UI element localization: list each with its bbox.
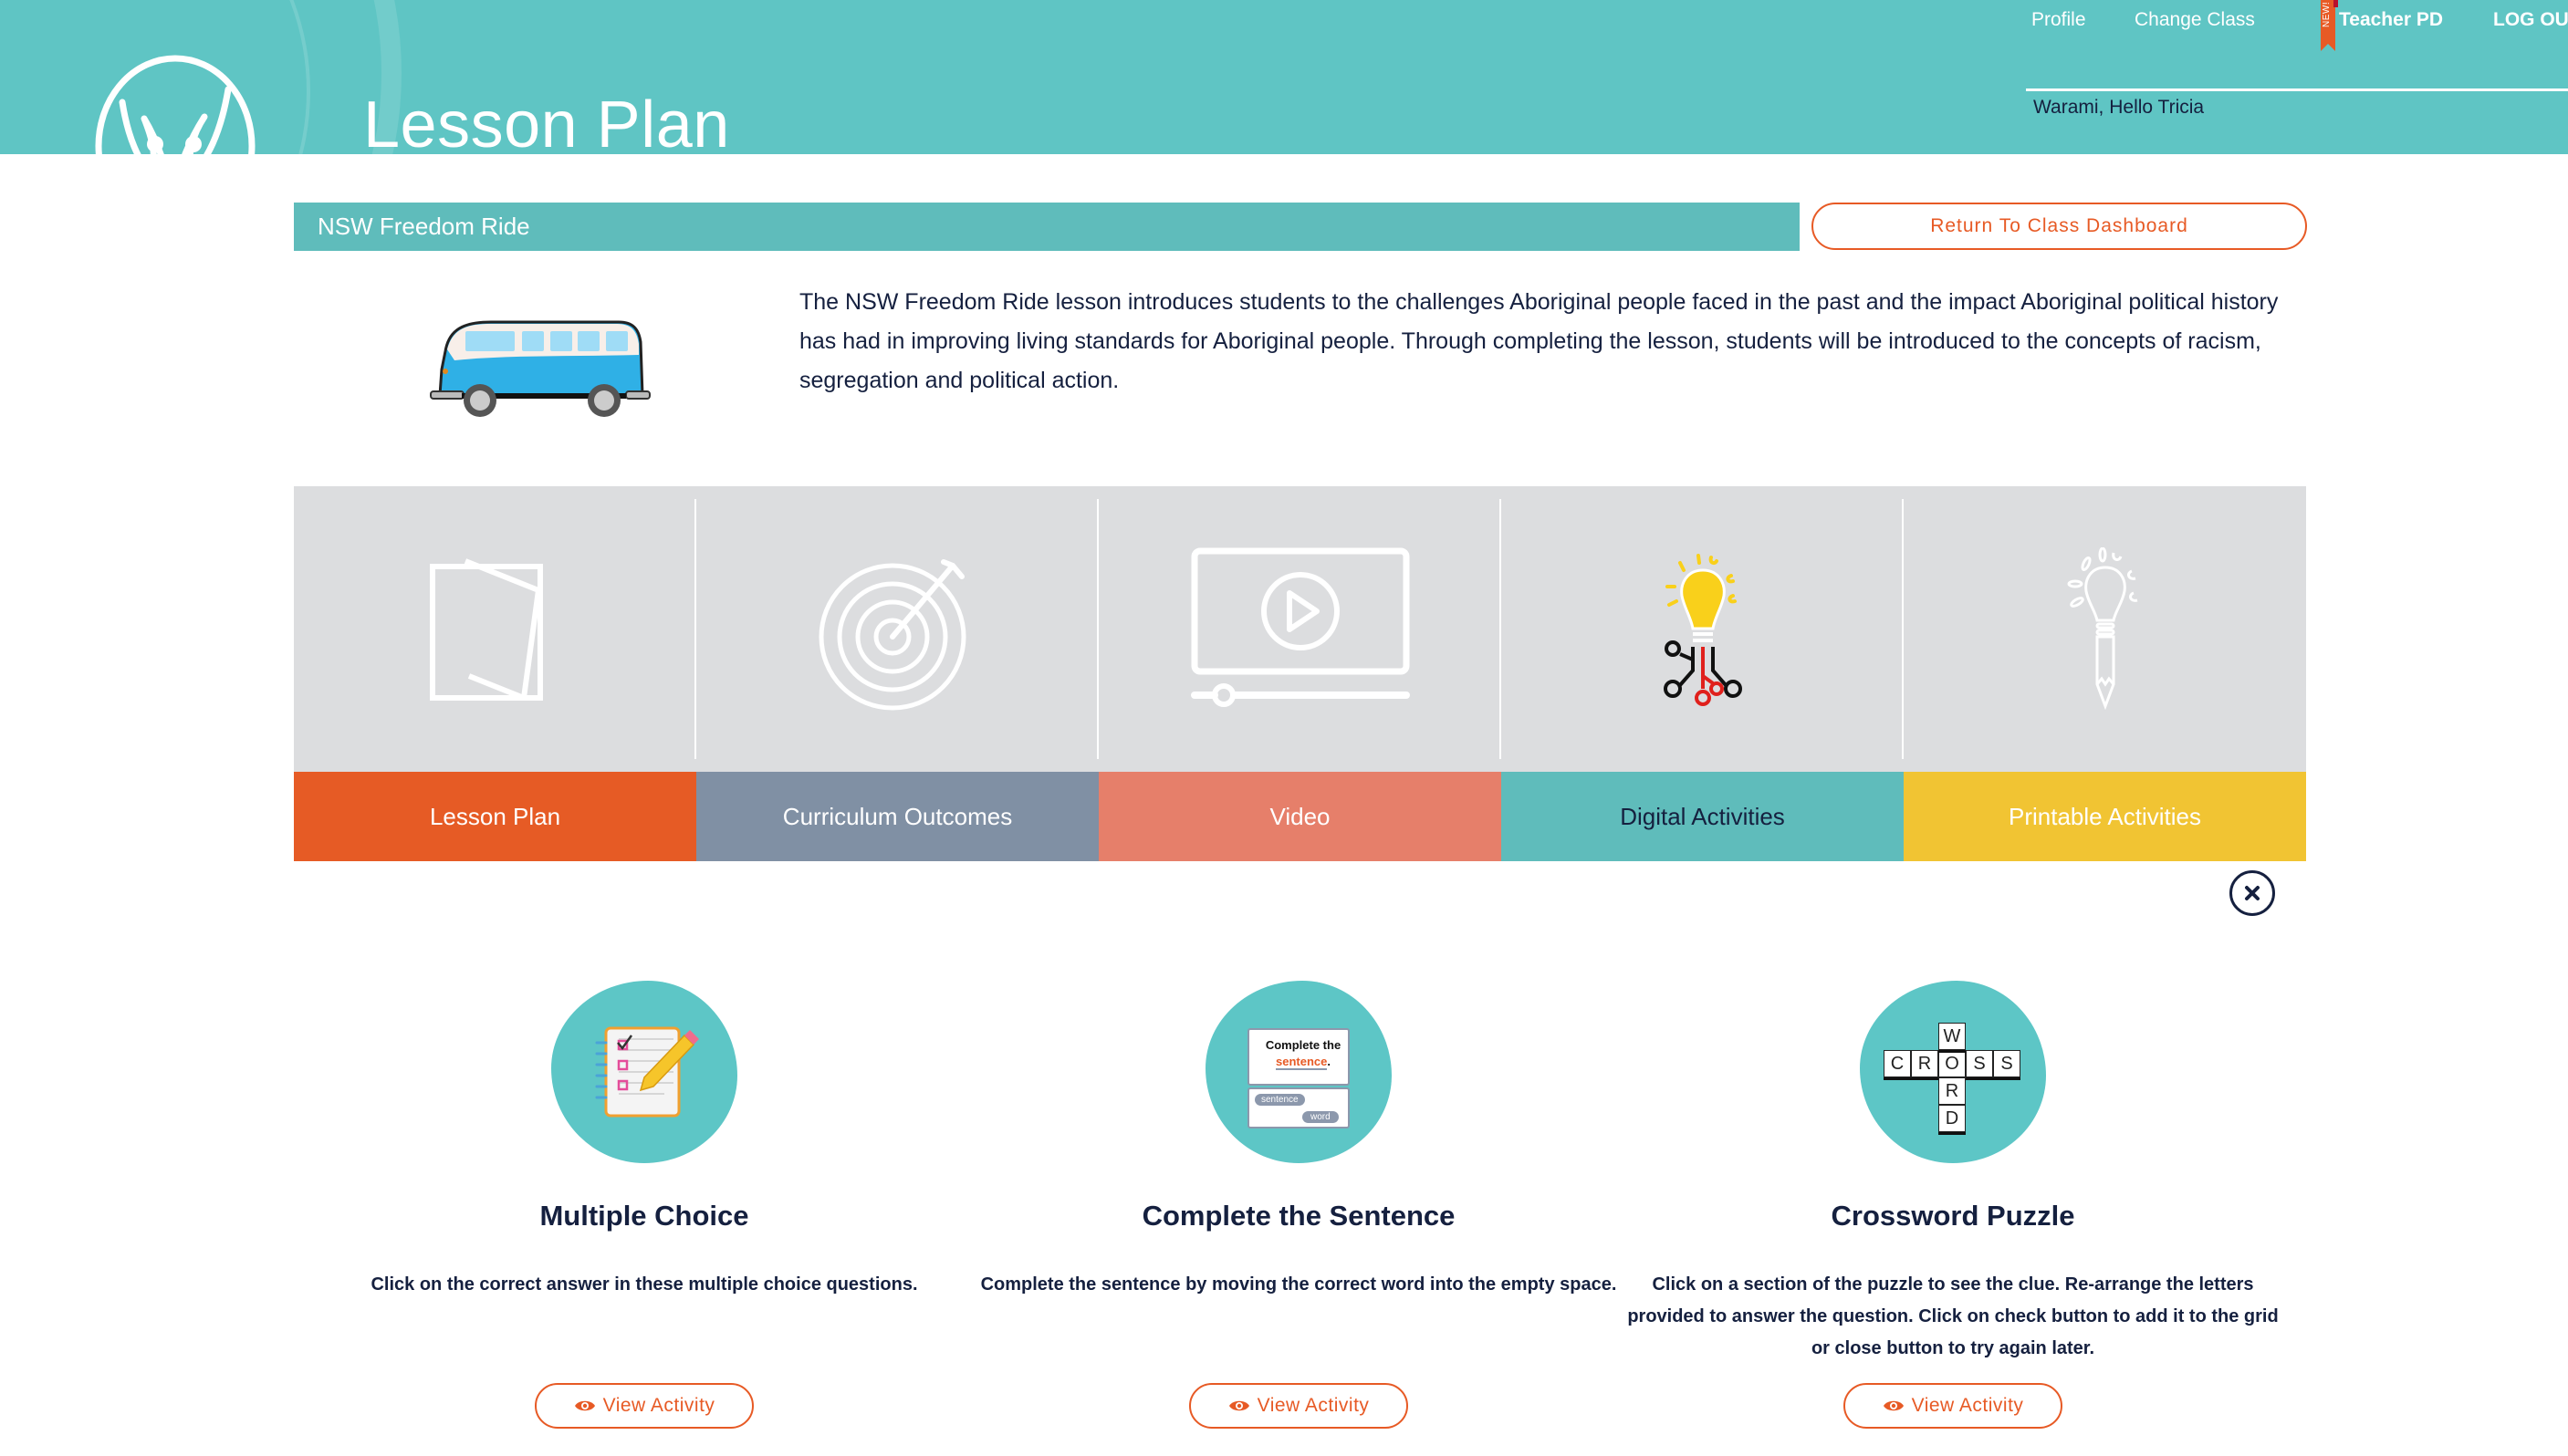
user-greeting: Warami, Hello Tricia <box>2033 97 2205 118</box>
activity-title: Multiple Choice <box>539 1200 749 1232</box>
eye-icon <box>1228 1400 1249 1411</box>
warami-logo-icon[interactable] <box>91 46 259 154</box>
category-grid: Lesson Plan Curriculum Outcomes Video Di… <box>294 486 2306 861</box>
new-badge-label: NEW! <box>2322 1 2332 27</box>
activity-description: Click on the correct answer in these mul… <box>371 1274 918 1295</box>
tab-curriculum-outcomes[interactable]: Curriculum Outcomes <box>696 486 1099 861</box>
activity-description: Click on a section of the puzzle to see … <box>1627 1274 2279 1358</box>
divider <box>2026 88 2568 91</box>
close-button[interactable] <box>2229 870 2275 916</box>
return-to-dashboard-button[interactable]: Return To Class Dashboard <box>1811 203 2307 250</box>
crossword-cell: O <box>1938 1050 1966 1077</box>
icon-text-highlight: sentence <box>1276 1055 1328 1070</box>
tab-lesson-plan[interactable]: Lesson Plan <box>294 486 696 861</box>
eye-icon <box>1883 1400 1904 1411</box>
eye-icon <box>574 1400 595 1411</box>
nav-logout-link[interactable]: LOG OUT <box>2493 9 2568 31</box>
activity-description: Complete the sentence by moving the corr… <box>980 1274 1617 1295</box>
crossword-cell: S <box>1966 1050 1993 1077</box>
view-activity-button[interactable]: View Activity <box>1189 1383 1408 1429</box>
activity-card-multiple-choice: Multiple Choice Click on the correct ans… <box>307 981 982 1429</box>
tile-art <box>1099 486 1501 772</box>
ribbon-fold <box>2333 0 2338 7</box>
page-title: Lesson Plan <box>363 88 730 154</box>
tile-art <box>696 486 1099 772</box>
crossword-cell: R <box>1938 1077 1966 1105</box>
kombi-van-icon <box>430 320 651 417</box>
tab-label: Lesson Plan <box>294 772 696 861</box>
view-activity-label: View Activity <box>1911 1395 2024 1416</box>
view-activity-button[interactable]: View Activity <box>535 1383 754 1429</box>
crossword-cell: S <box>1993 1050 2020 1077</box>
activity-title: Complete the Sentence <box>1142 1200 1456 1232</box>
tab-label: Printable Activities <box>1904 772 2306 861</box>
tile-art <box>294 486 696 772</box>
tile-art <box>1904 486 2306 772</box>
nav-change-class-link[interactable]: Change Class <box>2135 9 2255 31</box>
icon-text-line: Complete the <box>1265 1038 1341 1052</box>
tile-art <box>1501 486 1904 772</box>
view-activity-button[interactable]: View Activity <box>1843 1383 2062 1429</box>
crossword-icon: CROSSWRD <box>1884 1021 2022 1134</box>
complete-sentence-icon: Complete the sentence. sentence word <box>1247 1028 1350 1128</box>
tab-video[interactable]: Video <box>1099 486 1501 861</box>
activity-card-complete-sentence: Complete the sentence. sentence word Com… <box>961 981 1636 1429</box>
lesson-title-bar: NSW Freedom Ride <box>294 203 1800 251</box>
word-chip: word <box>1302 1111 1339 1123</box>
nav-profile-link[interactable]: Profile <box>2031 9 2086 31</box>
nav-teacher-pd-link[interactable]: Teacher PD <box>2339 9 2443 31</box>
tab-label: Digital Activities <box>1501 772 1904 861</box>
target-icon <box>819 558 966 710</box>
crossword-cell: R <box>1911 1050 1938 1077</box>
tab-digital-activities[interactable]: Digital Activities <box>1501 486 1904 861</box>
activity-icon-bg: Complete the sentence. sentence word <box>1206 981 1392 1163</box>
tab-label: Curriculum Outcomes <box>696 772 1099 861</box>
lightbulb-circuit-icon <box>1663 553 1742 706</box>
video-player-icon <box>1190 547 1410 707</box>
activity-card-crossword: CROSSWRD Crossword Puzzle Click on a sec… <box>1615 981 2291 1429</box>
close-icon <box>2245 886 2260 900</box>
tab-printable-activities[interactable]: Printable Activities <box>1904 486 2306 861</box>
view-activity-label: View Activity <box>1257 1395 1370 1416</box>
papers-icon <box>429 557 543 701</box>
lightbulb-pencil-icon <box>2067 546 2137 710</box>
activity-icon-bg <box>551 981 737 1163</box>
tab-label: Video <box>1099 772 1501 861</box>
checklist-pencil-icon <box>595 1026 699 1118</box>
word-chip: sentence <box>1255 1094 1305 1106</box>
site-header: Lesson Plan Profile Change Class NEW! Te… <box>0 0 2568 154</box>
activity-icon-bg: CROSSWRD <box>1860 981 2046 1163</box>
view-activity-label: View Activity <box>602 1395 715 1416</box>
activity-title: Crossword Puzzle <box>1831 1200 2075 1232</box>
lesson-description: The NSW Freedom Ride lesson introduces s… <box>799 289 2279 393</box>
crossword-cell: W <box>1938 1023 1966 1050</box>
crossword-cell: D <box>1938 1105 1966 1132</box>
crossword-cell: C <box>1884 1050 1911 1077</box>
